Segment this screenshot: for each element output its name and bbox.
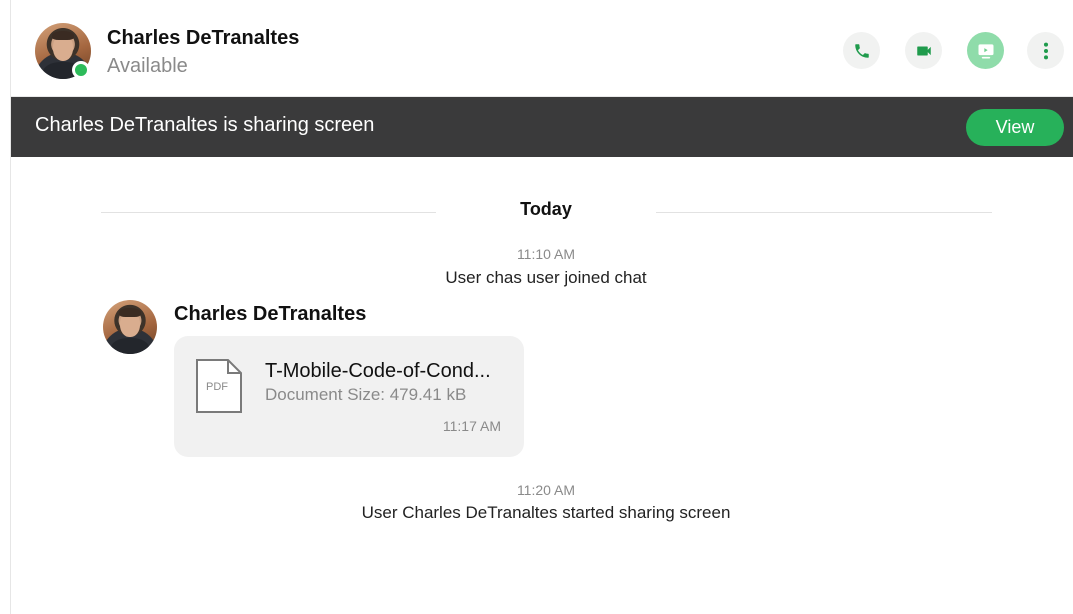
screen-share-banner: Charles DeTranaltes is sharing screen Vi… [11, 97, 1073, 157]
view-button[interactable]: View [966, 109, 1064, 146]
system-event-text: User chas user joined chat [445, 268, 647, 287]
date-label: Today [520, 199, 572, 219]
message-sender-name: Charles DeTranaltes [174, 303, 367, 325]
banner-text: Charles DeTranaltes is sharing screen [35, 114, 375, 136]
video-icon [916, 46, 931, 55]
screen-share-button[interactable] [967, 32, 1004, 69]
pdf-file-icon: PDF [196, 359, 242, 413]
video-call-button[interactable] [905, 32, 942, 69]
more-options-button[interactable] [1027, 32, 1064, 69]
contact-status: Available [107, 55, 188, 77]
file-attachment-bubble[interactable]: PDF T-Mobile-Code-of-Cond... Document Si… [174, 336, 524, 457]
chat-header: Charles DeTranaltes Available [11, 0, 1073, 97]
file-size: Document Size: 479.41 kB [265, 385, 467, 404]
audio-call-button[interactable] [843, 32, 880, 69]
pdf-file-type-label: PDF [206, 381, 228, 393]
chat-window: Charles DeTranaltes Available Charles De… [10, 0, 1073, 614]
presence-status-icon [72, 61, 90, 79]
contact-name: Charles DeTranaltes [107, 27, 300, 49]
screen-share-icon [978, 43, 993, 58]
system-event-text: User Charles DeTranaltes started sharing… [361, 503, 731, 522]
system-event-time: 11:10 AM [516, 246, 576, 262]
phone-icon [854, 43, 869, 58]
more-vertical-icon [1043, 42, 1048, 59]
message-timestamp: 11:17 AM [442, 418, 501, 434]
date-divider-left [101, 212, 436, 213]
file-name[interactable]: T-Mobile-Code-of-Cond... [265, 360, 511, 383]
system-event-time: 11:20 AM [516, 482, 576, 498]
date-divider-right [656, 212, 992, 213]
sender-avatar[interactable] [103, 300, 157, 354]
